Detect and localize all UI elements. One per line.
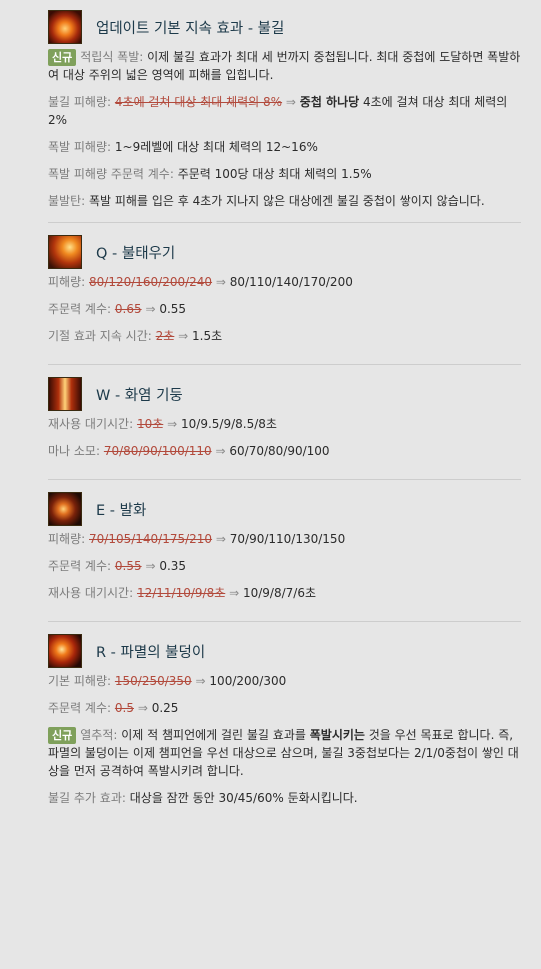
passive-burn-damage: 불길 피해량: 4초에 걸쳐 대상 최대 체력의 8% ⇒ 중첩 하나당 4초에… [48,95,508,127]
passive-title: 업데이트 기본 지속 효과 - 불길 [96,20,285,37]
w-header: W - 화염 기둥 [48,377,521,411]
r-base-damage: 기본 피해량: 150/250/350 ⇒ 100/200/300 [48,674,287,688]
e-damage: 피해량: 70/105/140/175/210 ⇒ 70/90/110/130/… [48,532,346,546]
q-title: Q - 불태우기 [96,245,176,262]
w-title: W - 화염 기둥 [96,387,183,404]
w-pillar-of-flame-icon [48,377,82,411]
r-ap-ratio: 주문력 계수: 0.5 ⇒ 0.25 [48,701,179,715]
passive-immunity: 불발탄: 폭발 피해를 입은 후 4초가 지나지 않은 대상에겐 불길 중첩이 … [48,194,485,208]
new-badge: 신규 [48,49,77,66]
w-mana-cost: 마나 소모: 70/80/90/100/110 ⇒ 60/70/80/90/10… [48,444,330,458]
q-damage: 피해량: 80/120/160/200/240 ⇒ 80/110/140/170… [48,275,353,289]
e-cooldown: 재사용 대기시간: 12/11/10/9/8초 ⇒ 10/9/8/7/6초 [48,586,317,600]
r-pyroclasm-icon [48,634,82,668]
q-conflagration-icon [48,235,82,269]
passive-explosion-ap: 폭발 피해량 주문력 계수: 주문력 100당 대상 최대 체력의 1.5% [48,167,372,181]
w-section: W - 화염 기둥 재사용 대기시간: 10초 ⇒ 10/9.5/9/8.5/8… [48,377,521,480]
q-ap-ratio: 주문력 계수: 0.65 ⇒ 0.55 [48,302,187,316]
r-section: R - 파멸의 불덩이 기본 피해량: 150/250/350 ⇒ 100/20… [48,634,521,826]
passive-header: 업데이트 기본 지속 효과 - 불길 [48,10,521,44]
r-header: R - 파멸의 불덩이 [48,634,521,668]
e-title: E - 발화 [96,502,147,519]
q-stun-duration: 기절 효과 지속 시간: 2초 ⇒ 1.5초 [48,329,223,343]
patch-notes-page: 업데이트 기본 지속 효과 - 불길 신규 적립식 폭발: 이제 불길 효과가 최… [0,0,541,826]
passive-fire-icon [48,10,82,44]
e-header: E - 발화 [48,492,521,526]
new-badge: 신규 [48,727,77,744]
passive-intro: 신규 적립식 폭발: 이제 불길 효과가 최대 세 번까지 중첩됩니다. 최대 중… [48,49,521,82]
w-cooldown: 재사용 대기시간: 10초 ⇒ 10/9.5/9/8.5/8초 [48,417,277,431]
q-section: Q - 불태우기 피해량: 80/120/160/200/240 ⇒ 80/11… [48,235,521,365]
r-slow-effect: 불길 추가 효과: 대상을 잠깐 동안 30/45/60% 둔화시킵니다. [48,791,358,805]
passive-explosion-damage: 폭발 피해량: 1~9레벨에 대상 최대 체력의 12~16% [48,140,318,154]
q-header: Q - 불태우기 [48,235,521,269]
e-spark-icon [48,492,82,526]
e-section: E - 발화 피해량: 70/105/140/175/210 ⇒ 70/90/1… [48,492,521,622]
e-ap-ratio: 주문력 계수: 0.55 ⇒ 0.35 [48,559,187,573]
passive-section: 업데이트 기본 지속 효과 - 불길 신규 적립식 폭발: 이제 불길 효과가 최… [48,10,521,223]
r-title: R - 파멸의 불덩이 [96,644,206,661]
r-heat-seeking: 신규 열추적: 이제 적 챔피언에게 걸린 불길 효과를 폭발시키는 것을 우선 … [48,727,519,778]
